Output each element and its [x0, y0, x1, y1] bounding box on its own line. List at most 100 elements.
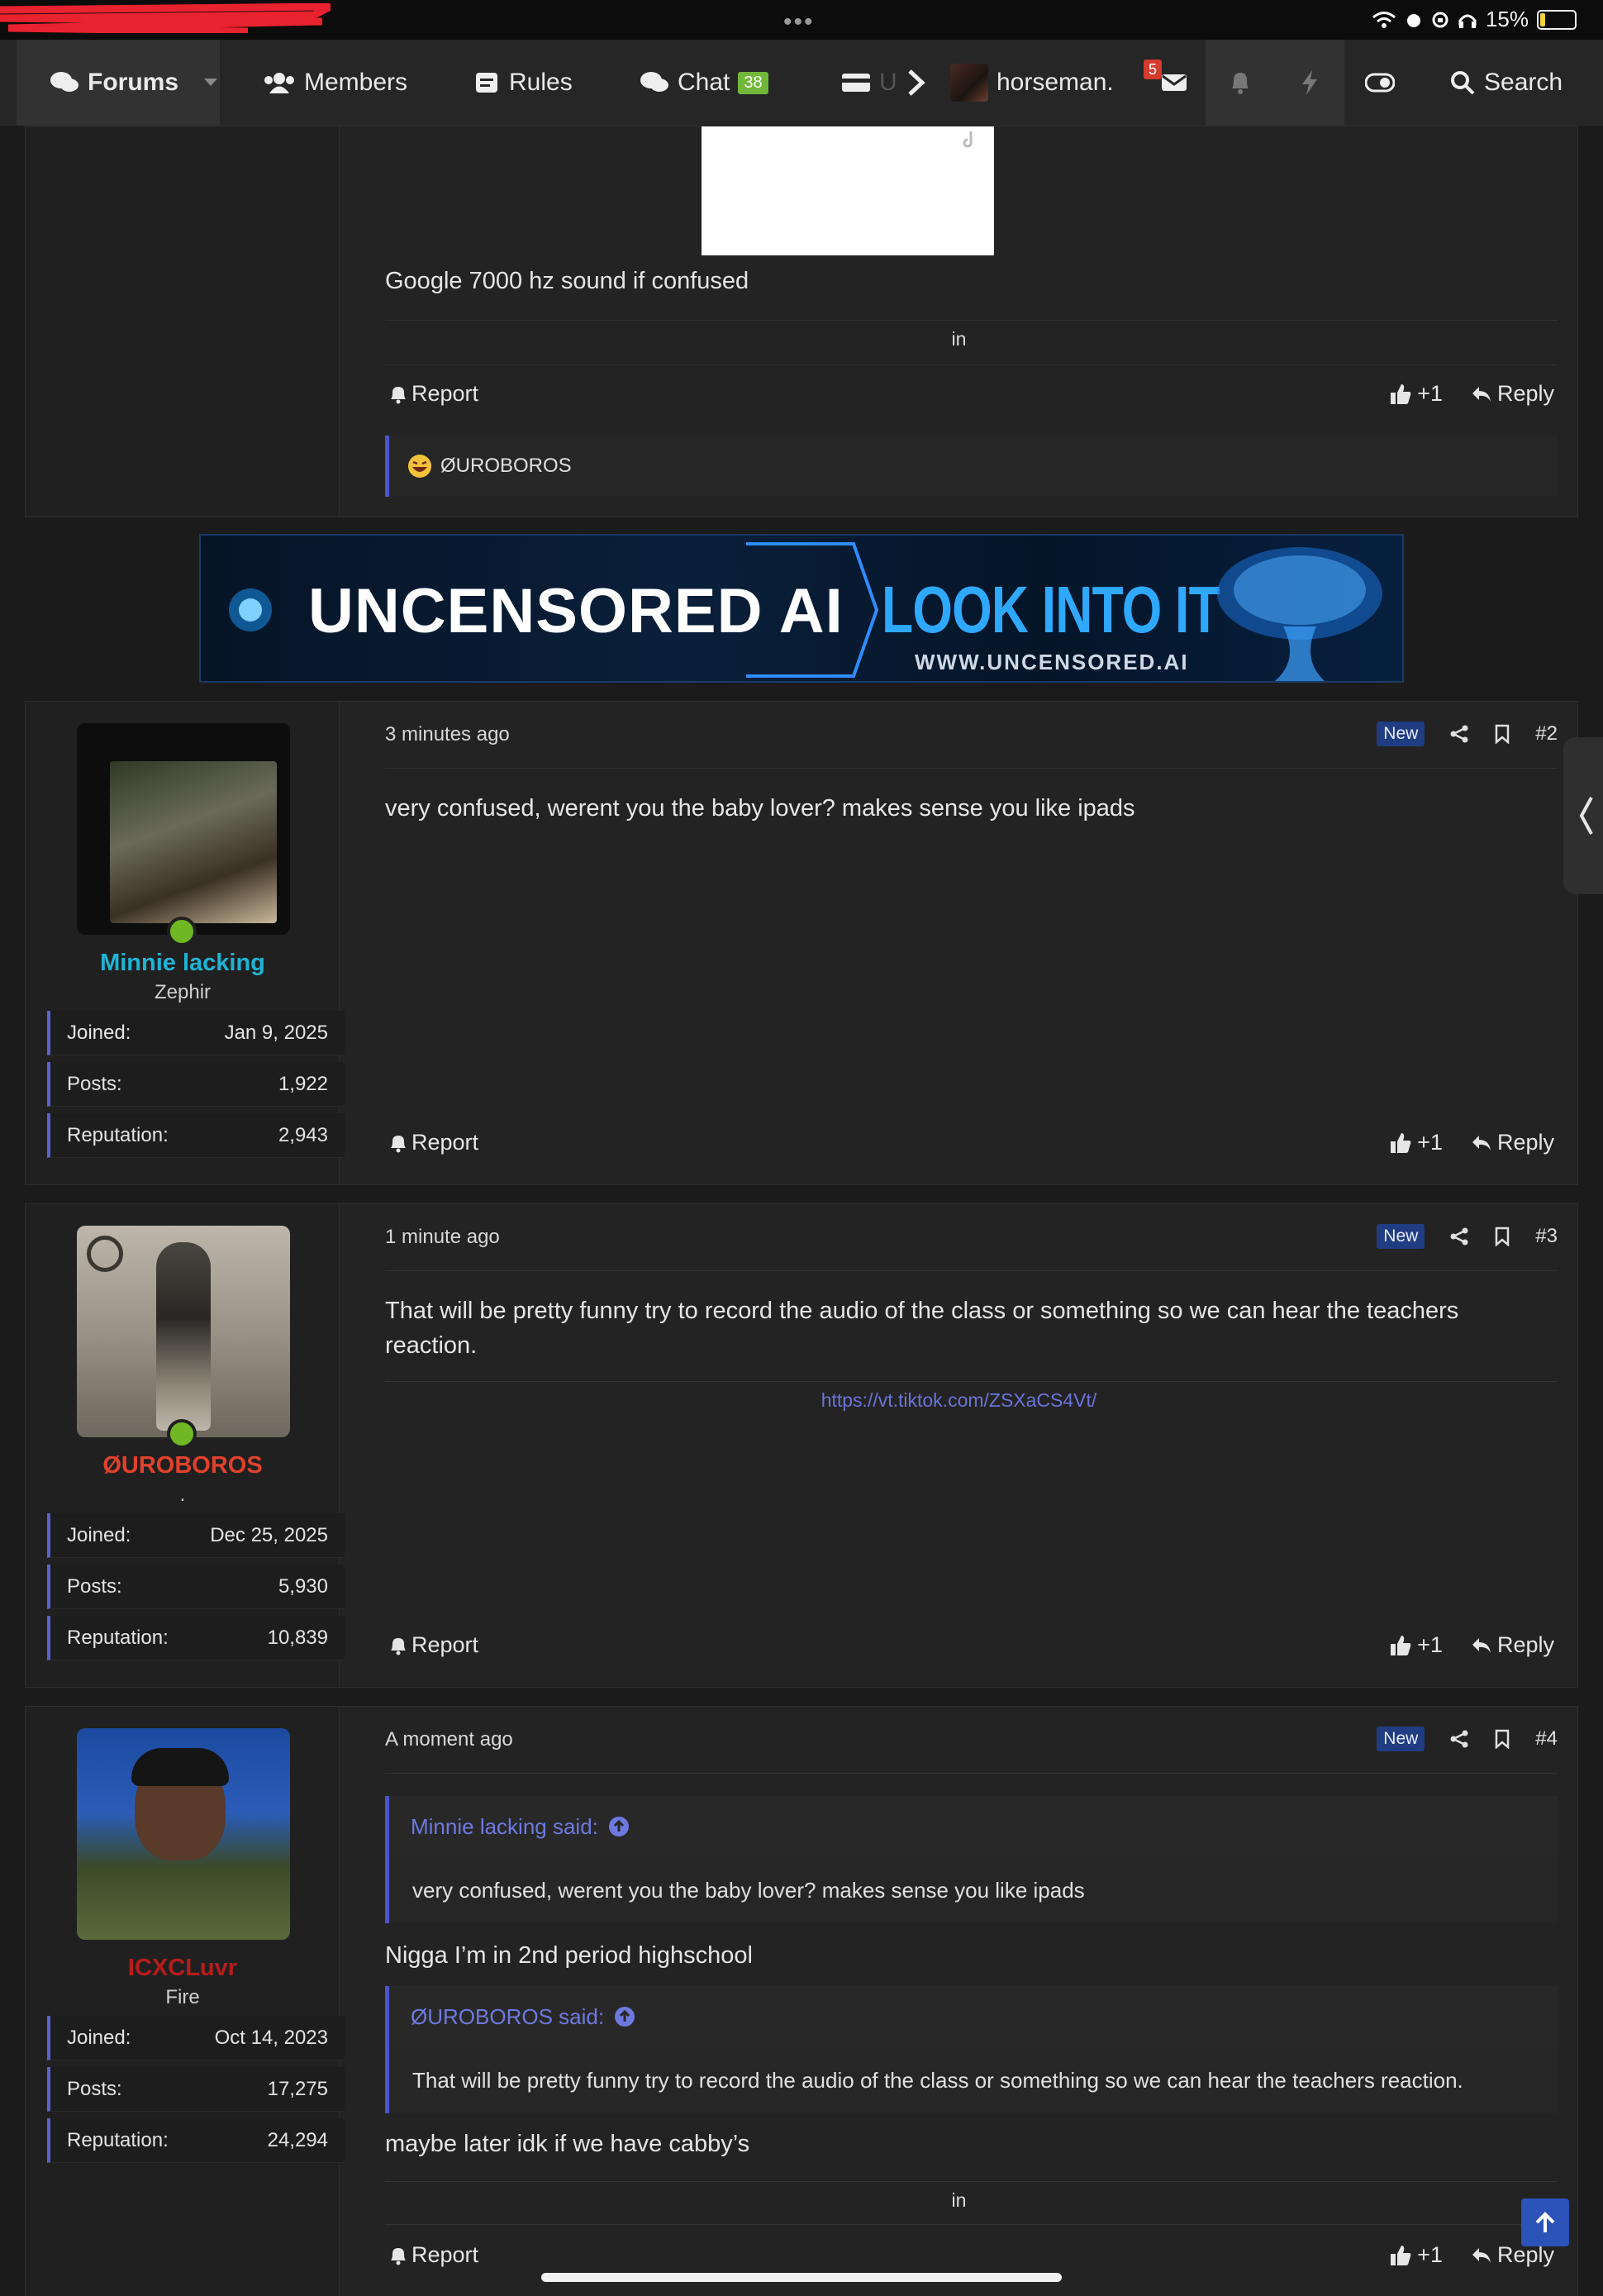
bell-icon [1232, 73, 1249, 94]
chevron-down-icon[interactable] [203, 78, 218, 88]
nav-rules[interactable]: Rules [473, 40, 573, 126]
sidebar-toggle[interactable] [1563, 737, 1603, 894]
bell-icon [391, 1135, 406, 1152]
nav-upgrades[interactable]: U [841, 40, 897, 126]
post-actions: +1 Reply [1389, 381, 1554, 407]
chevron-right-icon [908, 69, 925, 96]
bookmark-icon[interactable] [1494, 1729, 1510, 1749]
reaction-bar[interactable]: ØUROBOROS [385, 436, 1558, 497]
stat-label: Joined: [67, 2026, 131, 2049]
like-button[interactable]: +1 [1389, 381, 1443, 407]
reply-label: Reply [1496, 381, 1554, 406]
post-number[interactable]: #3 [1535, 1225, 1558, 1248]
post-card-1: Google 7000 hz sound if confused in Repo… [25, 126, 1578, 517]
reply-button[interactable]: Reply [1471, 381, 1554, 407]
envelope-icon [1162, 74, 1187, 91]
post-time[interactable]: A moment ago [385, 1728, 513, 1751]
share-icon[interactable] [1449, 1227, 1469, 1246]
divider [385, 2224, 1558, 2225]
nav-search[interactable]: Search [1449, 40, 1563, 126]
reply-label: Reply [1496, 1632, 1554, 1657]
reply-button[interactable]: Reply [1471, 1130, 1554, 1155]
home-indicator[interactable] [541, 2273, 1062, 2282]
report-label: Report [411, 1632, 479, 1657]
like-button[interactable]: +1 [1389, 2242, 1443, 2268]
new-badge: New [1377, 1224, 1425, 1249]
theme-toggle[interactable] [1365, 40, 1395, 126]
nav-alerts[interactable] [1206, 40, 1275, 126]
reply-arrow-icon [1472, 1135, 1491, 1150]
brain-icon [1217, 547, 1382, 681]
stat-label: Reputation: [67, 1626, 169, 1649]
battery-percent: 15% [1485, 7, 1529, 31]
ad-banner[interactable]: UNCENSORED AI LOOK INTO IT WWW.UNCENSORE… [199, 534, 1404, 683]
report-button[interactable]: Report [388, 1130, 478, 1155]
like-button[interactable]: +1 [1389, 1130, 1443, 1155]
nav-chat[interactable]: Chat 38 [640, 40, 768, 126]
bell-icon [391, 1637, 406, 1655]
stat-joined: Joined: Jan 9, 2025 [47, 1011, 345, 1055]
report-button[interactable]: Report [388, 1632, 478, 1658]
post-tools: New #2 [1377, 722, 1558, 746]
share-icon[interactable] [1449, 724, 1469, 744]
embedded-media[interactable] [702, 126, 994, 255]
multitask-dots[interactable]: ••• [783, 8, 815, 36]
status-bar: ••• 15% [0, 0, 1603, 40]
stat-label: Joined: [67, 1523, 131, 1546]
bookmark-icon[interactable] [1494, 1227, 1510, 1246]
bookmark-icon[interactable] [1494, 724, 1510, 744]
online-indicator [167, 917, 197, 946]
banner-url: WWW.UNCENSORED.AI [915, 650, 1189, 674]
stat-value: 10,839 [267, 1626, 328, 1649]
arrow-up-circle-icon[interactable] [614, 2006, 635, 2027]
report-label: Report [411, 2242, 479, 2267]
post-number[interactable]: #2 [1535, 722, 1558, 745]
avatar[interactable] [77, 723, 290, 935]
divider [385, 1270, 1558, 1271]
like-button[interactable]: +1 [1389, 1632, 1443, 1658]
post-number[interactable]: #4 [1535, 1727, 1558, 1751]
post-time[interactable]: 1 minute ago [385, 1226, 500, 1249]
report-button[interactable]: Report [388, 381, 478, 407]
reply-button[interactable]: Reply [1471, 1632, 1554, 1658]
lightning-icon [1302, 70, 1317, 95]
like-count: +1 [1417, 1632, 1443, 1657]
thumbs-up-icon [1391, 1635, 1411, 1655]
post-actions: +1 Reply [1389, 1130, 1554, 1155]
quote-header[interactable]: Minnie lacking said: [389, 1796, 1558, 1857]
post-time[interactable]: 3 minutes ago [385, 723, 510, 746]
stat-value: 1,922 [278, 1072, 328, 1095]
report-button[interactable]: Report [388, 2242, 478, 2268]
quote-header[interactable]: ØUROBOROS said: [389, 1986, 1558, 2047]
reply-arrow-icon [1472, 2247, 1491, 2263]
nav-members[interactable]: Members [263, 40, 407, 126]
avatar[interactable] [77, 1226, 290, 1437]
stat-value: Dec 25, 2025 [210, 1523, 328, 1546]
chat-count-badge: 38 [738, 71, 768, 94]
nav-forums[interactable]: Forums [17, 40, 220, 126]
nav-account[interactable]: horseman. [950, 40, 1114, 126]
report-label: Report [411, 1130, 479, 1155]
stat-value: 5,930 [278, 1574, 328, 1598]
nav-whats-new[interactable] [1275, 40, 1344, 126]
stat-posts: Posts: 1,922 [47, 1062, 345, 1107]
username[interactable]: Minnie lacking [26, 950, 340, 977]
post-main: 3 minutes ago New #2 very confused, were… [340, 702, 1577, 1184]
alarm-icon [1406, 13, 1420, 27]
banner-right-text: LOOK INTO IT [882, 573, 1220, 646]
share-icon[interactable] [1449, 1729, 1469, 1749]
nav-scroll-right[interactable] [907, 40, 925, 126]
username[interactable]: ICXCLuvr [26, 1955, 340, 1982]
scroll-to-top-button[interactable] [1521, 2198, 1569, 2246]
avatar[interactable] [77, 1728, 290, 1940]
like-count: +1 [1417, 1130, 1443, 1155]
chat-bubbles-icon [50, 72, 78, 92]
username[interactable]: ØUROBOROS [26, 1452, 340, 1479]
nav-inbox[interactable]: 5 [1144, 40, 1205, 126]
inbox-count-badge: 5 [1144, 60, 1162, 79]
redacted-time-scribble [0, 3, 331, 33]
arrow-up-circle-icon[interactable] [608, 1816, 630, 1837]
quote-text: That will be pretty funny try to record … [412, 2067, 1463, 2093]
nav-chat-label: Chat [678, 69, 730, 96]
tiktok-link[interactable]: https://vt.tiktok.com/ZSXaCS4Vt/ [340, 1389, 1577, 1412]
